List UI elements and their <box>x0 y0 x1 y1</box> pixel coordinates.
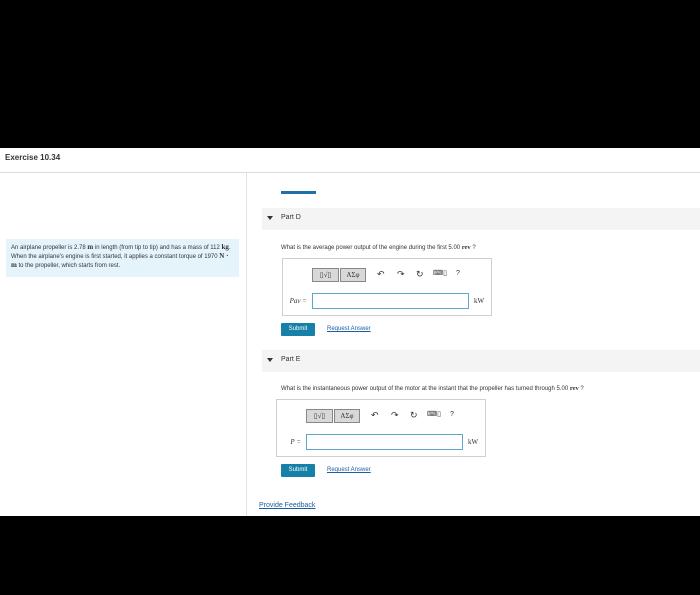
provide-feedback-link[interactable]: Provide Feedback <box>259 502 315 509</box>
part-d-answer-box: ▯√▯ ΑΣφ ↶ ↷ ↻ ⌨▯ ? Pav = kW <box>282 258 492 316</box>
submit-button[interactable]: Submit <box>281 323 315 336</box>
help-button[interactable]: ? <box>450 410 454 420</box>
question-text: What is the instantaneous power output o… <box>281 386 570 392</box>
request-answer-link[interactable]: Request Answer <box>327 467 371 473</box>
question-end: ? <box>578 386 584 392</box>
progress-indicator <box>281 191 316 194</box>
reset-icon[interactable]: ↻ <box>416 269 424 279</box>
undo-icon[interactable]: ↶ <box>371 410 379 420</box>
templates-button[interactable]: ▯√▯ <box>306 409 333 423</box>
question-text: What is the average power output of the … <box>281 245 462 251</box>
page-title: Exercise 10.34 <box>5 153 61 162</box>
undo-icon[interactable]: ↶ <box>377 269 385 279</box>
exercise-page: Exercise 10.34 An airplane propeller is … <box>0 148 700 516</box>
answer-input[interactable] <box>312 293 469 309</box>
page-header: Exercise 10.34 <box>0 148 700 173</box>
redo-icon[interactable]: ↷ <box>397 269 405 279</box>
question-unit: rev <box>461 244 471 251</box>
problem-text-2: in length (from tip to tip) and has a ma… <box>93 245 222 251</box>
keyboard-icon[interactable]: ⌨▯ <box>427 410 441 420</box>
problem-panel: An airplane propeller is 2.78 m in lengt… <box>0 173 247 516</box>
part-e-answer-box: ▯√▯ ΑΣφ ↶ ↷ ↻ ⌨▯ ? P = kW <box>276 399 486 457</box>
templates-button[interactable]: ▯√▯ <box>312 268 339 282</box>
answer-input[interactable] <box>306 434 463 450</box>
help-button[interactable]: ? <box>456 269 460 279</box>
submit-button[interactable]: Submit <box>281 464 315 477</box>
part-e-label: Part E <box>281 356 301 363</box>
caret-down-icon <box>267 216 273 220</box>
reset-icon[interactable]: ↻ <box>410 410 418 420</box>
question-unit: rev <box>569 385 579 392</box>
part-e-header[interactable]: Part E <box>262 350 700 372</box>
unit-kg: kg <box>221 243 229 251</box>
question-end: ? <box>470 245 476 251</box>
part-e-question: What is the instantaneous power output o… <box>281 385 584 392</box>
problem-text-1: An airplane propeller is 2.78 <box>11 245 88 251</box>
symbols-button[interactable]: ΑΣφ <box>340 268 366 282</box>
variable-label: P = <box>290 438 301 446</box>
request-answer-link[interactable]: Request Answer <box>327 326 371 332</box>
problem-statement: An airplane propeller is 2.78 m in lengt… <box>6 239 239 277</box>
part-d-label: Part D <box>281 214 301 221</box>
caret-down-icon <box>267 358 273 362</box>
unit-label: kW <box>468 438 479 446</box>
variable-label: Pav = <box>289 297 307 305</box>
unit-label: kW <box>474 297 485 305</box>
redo-icon[interactable]: ↷ <box>391 410 399 420</box>
problem-text-4: to the propeller, which starts from rest… <box>16 263 121 269</box>
symbols-button[interactable]: ΑΣφ <box>334 409 360 423</box>
part-d-header[interactable]: Part D <box>262 208 700 230</box>
keyboard-icon[interactable]: ⌨▯ <box>433 269 447 279</box>
part-d-question: What is the average power output of the … <box>281 244 476 251</box>
